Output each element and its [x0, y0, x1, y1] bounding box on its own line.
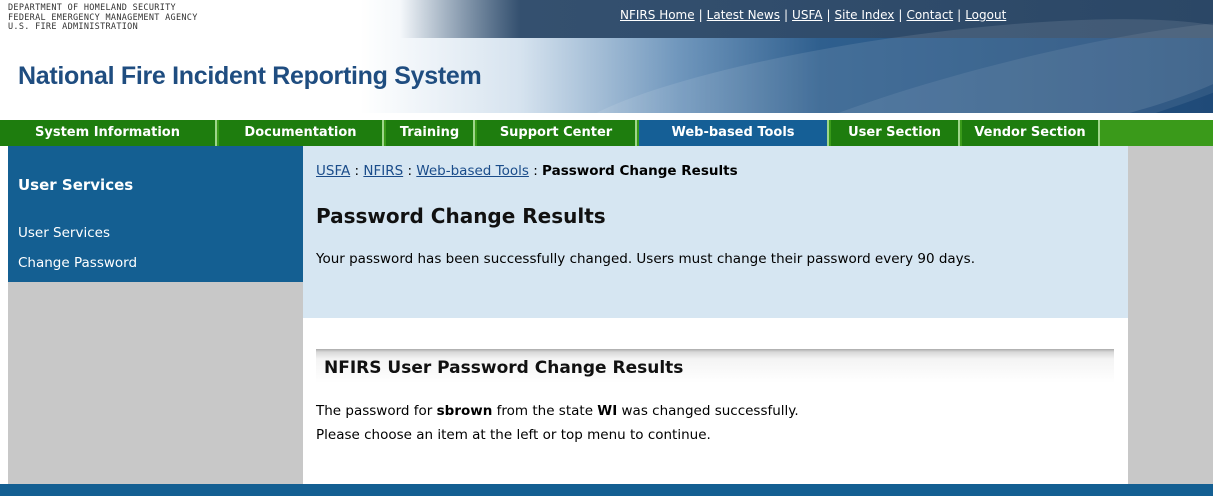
top-link-latest-news[interactable]: Latest News	[707, 8, 780, 22]
success-message: Your password has been successfully chan…	[316, 251, 975, 267]
breadcrumb-current: Password Change Results	[542, 163, 738, 179]
nav-user-section[interactable]: User Section	[831, 120, 960, 146]
sidebar-link-change-password[interactable]: Change Password	[18, 255, 137, 271]
result-prefix: The password for	[316, 403, 437, 419]
agency-lines: DEPARTMENT OF HOMELAND SECURITY FEDERAL …	[8, 3, 198, 33]
breadcrumb-separator: :	[403, 163, 417, 179]
site-header: DEPARTMENT OF HOMELAND SECURITY FEDERAL …	[0, 0, 1213, 113]
page-title: Password Change Results	[316, 204, 606, 228]
top-link-contact[interactable]: Contact	[906, 8, 953, 22]
sidebar-heading: User Services	[18, 176, 134, 194]
breadcrumb-link-usfa[interactable]: USFA	[316, 163, 350, 179]
nav-vendor-section[interactable]: Vendor Section	[962, 120, 1100, 146]
breadcrumb: USFA : NFIRS : Web-based Tools : Passwor…	[316, 163, 738, 179]
main-nav: System Information Documentation Trainin…	[0, 120, 1213, 146]
breadcrumb-link-nfirs[interactable]: NFIRS	[363, 163, 403, 179]
main-content: USFA : NFIRS : Web-based Tools : Passwor…	[303, 146, 1128, 484]
nav-system-information[interactable]: System Information	[0, 120, 217, 146]
nav-support-center[interactable]: Support Center	[477, 120, 637, 146]
result-text: The password for sbrown from the state W…	[316, 403, 799, 419]
instruction-text: Please choose an item at the left or top…	[316, 427, 711, 443]
top-link-nfirs-home[interactable]: NFIRS Home	[620, 8, 695, 22]
result-username: sbrown	[436, 403, 493, 419]
footer-bar	[0, 484, 1213, 496]
agency-line: U.S. FIRE ADMINISTRATION	[8, 22, 139, 32]
right-column	[1128, 146, 1213, 484]
site-title: National Fire Incident Reporting System	[18, 62, 482, 90]
result-middle: from the state	[492, 403, 598, 419]
result-suffix: was changed successfully.	[617, 403, 799, 419]
breadcrumb-separator: :	[528, 163, 543, 179]
breadcrumb-separator: :	[350, 163, 364, 179]
sidebar-link-user-services[interactable]: User Services	[18, 225, 110, 241]
nav-web-based-tools[interactable]: Web-based Tools	[639, 120, 829, 146]
top-link-logout[interactable]: Logout	[965, 8, 1006, 22]
top-link-usfa[interactable]: USFA	[792, 8, 822, 22]
result-state: WI	[597, 403, 618, 419]
nav-documentation[interactable]: Documentation	[219, 120, 384, 146]
breadcrumb-link-web-based-tools[interactable]: Web-based Tools	[416, 163, 529, 179]
sidebar: User Services User Services Change Passw…	[8, 146, 303, 484]
top-links: NFIRS Home | Latest News | USFA | Site Index | C…	[620, 8, 1007, 22]
nav-training[interactable]: Training	[386, 120, 475, 146]
sidebar-user-services-box: User Services User Services Change Passw…	[8, 146, 303, 282]
top-link-site-index[interactable]: Site Index	[835, 8, 895, 22]
section-title: NFIRS User Password Change Results	[324, 358, 684, 378]
